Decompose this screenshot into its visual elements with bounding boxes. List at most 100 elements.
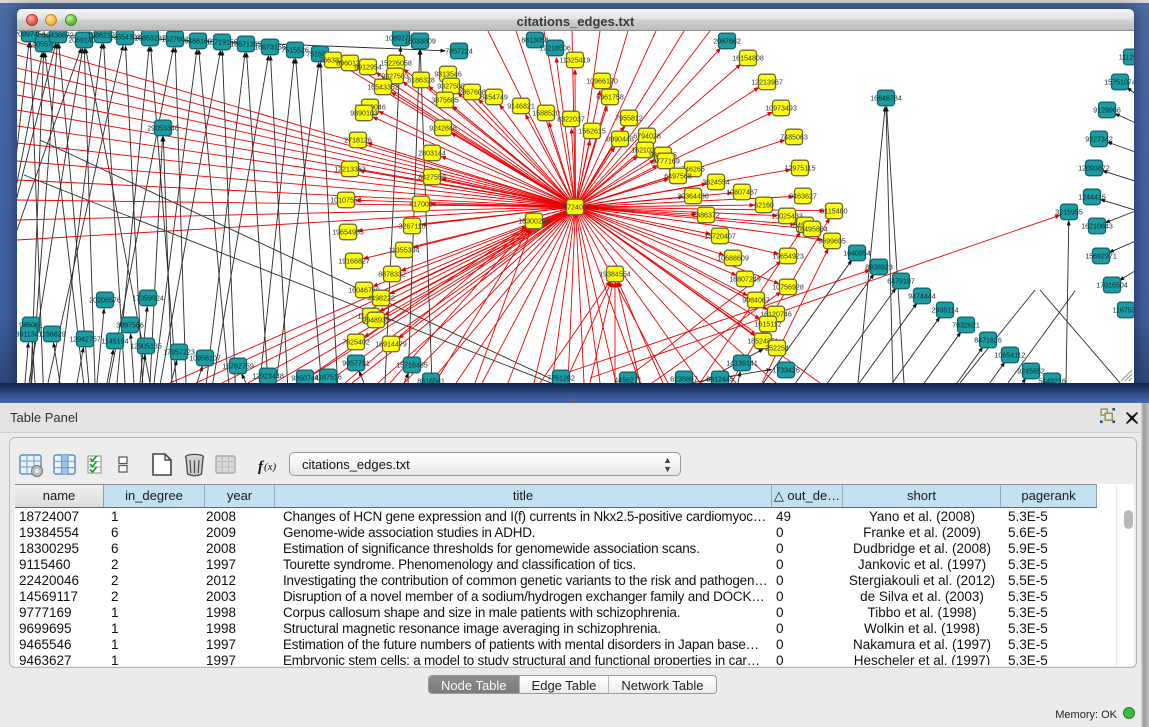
svg-text:12213967: 12213967 bbox=[751, 79, 783, 87]
svg-text:15751074: 15751074 bbox=[1104, 79, 1134, 87]
svg-text:9474444: 9474444 bbox=[908, 293, 936, 301]
svg-text:9777169: 9777169 bbox=[652, 158, 680, 166]
svg-text:9146821: 9146821 bbox=[507, 103, 535, 111]
svg-text:17359924: 17359924 bbox=[132, 295, 164, 303]
svg-text:9129966: 9129966 bbox=[1093, 107, 1121, 115]
svg-text:16033809: 16033809 bbox=[404, 38, 436, 46]
svg-text:4498222: 4498222 bbox=[367, 295, 395, 303]
svg-text:29053346: 29053346 bbox=[147, 125, 179, 133]
svg-text:10756928: 10756928 bbox=[772, 284, 804, 292]
svg-text:(x): (x) bbox=[264, 461, 277, 473]
svg-text:18495864: 18495864 bbox=[796, 226, 828, 234]
svg-text:9699695: 9699695 bbox=[818, 238, 846, 246]
svg-text:14136141: 14136141 bbox=[726, 360, 758, 368]
svg-text:12093872: 12093872 bbox=[1078, 165, 1110, 173]
svg-text:3267110: 3267110 bbox=[398, 223, 425, 231]
svg-text:9245652: 9245652 bbox=[1017, 368, 1045, 376]
svg-text:1562615: 1562615 bbox=[578, 128, 606, 136]
svg-text:3097586: 3097586 bbox=[116, 322, 144, 330]
svg-text:4187516: 4187516 bbox=[314, 374, 342, 382]
svg-text:6794028: 6794028 bbox=[633, 133, 661, 141]
svg-text:16914479: 16914479 bbox=[375, 341, 407, 349]
svg-text:417006: 417006 bbox=[409, 201, 433, 209]
svg-text:1588520: 1588520 bbox=[532, 110, 560, 118]
svg-text:8938923: 8938923 bbox=[865, 264, 893, 272]
svg-text:15692971: 15692971 bbox=[1085, 253, 1117, 261]
svg-text:8186328: 8186328 bbox=[407, 77, 435, 85]
svg-text:2803144: 2803144 bbox=[418, 150, 446, 158]
svg-text:12905135: 12905135 bbox=[130, 343, 162, 351]
svg-text:8454749: 8454749 bbox=[480, 94, 508, 102]
svg-text:1733426: 1733426 bbox=[772, 367, 800, 375]
svg-text:9463627: 9463627 bbox=[789, 193, 817, 201]
svg-text:18807249: 18807249 bbox=[729, 276, 761, 284]
svg-text:8813054: 8813054 bbox=[521, 37, 549, 45]
svg-text:1640954: 1640954 bbox=[843, 250, 871, 258]
svg-text:8912445: 8912445 bbox=[706, 376, 734, 384]
svg-text:3215955: 3215955 bbox=[1055, 209, 1083, 217]
svg-text:9227342: 9227342 bbox=[1085, 136, 1113, 144]
svg-text:9948939: 9948939 bbox=[362, 317, 390, 325]
svg-text:19218506: 19218506 bbox=[539, 45, 571, 53]
svg-text:62160: 62160 bbox=[754, 202, 774, 210]
svg-text:16154808: 16154808 bbox=[732, 55, 764, 63]
svg-text:7857224: 7857224 bbox=[445, 48, 473, 56]
svg-text:2935114: 2935114 bbox=[931, 307, 958, 315]
svg-text:11355394: 11355394 bbox=[388, 247, 419, 255]
svg-text:10973493: 10973493 bbox=[765, 105, 797, 113]
svg-text:1145194: 1145194 bbox=[101, 338, 128, 346]
svg-text:9084067: 9084067 bbox=[742, 297, 770, 305]
svg-text:20206576: 20206576 bbox=[89, 297, 121, 305]
svg-text:1244415: 1244415 bbox=[1078, 194, 1106, 202]
svg-text:9115460: 9115460 bbox=[820, 208, 847, 216]
svg-text:8471626: 8471626 bbox=[974, 337, 1002, 345]
svg-text:19384554: 19384554 bbox=[599, 271, 631, 279]
svg-text:1615112: 1615112 bbox=[754, 321, 781, 329]
svg-text:16543352: 16543352 bbox=[367, 84, 399, 92]
svg-text:7632621: 7632621 bbox=[952, 322, 980, 330]
svg-text:1156829: 1156829 bbox=[38, 331, 65, 339]
svg-text:16648784: 16648784 bbox=[870, 95, 902, 103]
svg-text:7955812: 7955812 bbox=[615, 115, 643, 123]
svg-text:9313546: 9313546 bbox=[434, 71, 462, 79]
svg-text:10807487: 10807487 bbox=[726, 189, 758, 197]
svg-text:3875685: 3875685 bbox=[431, 97, 459, 105]
svg-text:2087682: 2087682 bbox=[713, 38, 741, 46]
svg-text:7751262: 7751262 bbox=[547, 375, 575, 383]
svg-text:8878332: 8878332 bbox=[378, 271, 406, 279]
svg-text:16782759: 16782759 bbox=[222, 363, 254, 371]
svg-text:15226058: 15226058 bbox=[380, 60, 412, 68]
svg-text:19654923: 19654923 bbox=[772, 253, 804, 261]
svg-text:7625402: 7625402 bbox=[342, 339, 370, 347]
svg-text:7386372: 7386372 bbox=[692, 212, 720, 220]
svg-text:10958107: 10958107 bbox=[189, 355, 221, 363]
svg-text:9657791: 9657791 bbox=[342, 360, 370, 368]
svg-text:15720407: 15720407 bbox=[704, 233, 736, 241]
svg-text:18300295: 18300295 bbox=[518, 218, 550, 226]
svg-text:6479197: 6479197 bbox=[887, 278, 915, 286]
svg-text:19654985: 19654985 bbox=[332, 229, 364, 237]
svg-text:1167533: 1167533 bbox=[1112, 307, 1134, 315]
svg-text:17016504: 17016504 bbox=[1096, 282, 1128, 290]
svg-text:252254: 252254 bbox=[765, 345, 789, 353]
svg-text:2718126: 2718126 bbox=[344, 137, 372, 145]
svg-text:16210643: 16210643 bbox=[1081, 223, 1113, 231]
svg-text:10966170: 10966170 bbox=[586, 78, 618, 86]
svg-text:6235897: 6235897 bbox=[670, 376, 698, 384]
svg-text:18724007: 18724007 bbox=[559, 204, 591, 212]
svg-text:6497568: 6497568 bbox=[664, 173, 692, 181]
svg-text:10654112: 10654112 bbox=[994, 352, 1025, 360]
svg-text:10107553: 10107553 bbox=[330, 197, 362, 205]
svg-text:8322037: 8322037 bbox=[557, 116, 585, 124]
svg-text:12213363: 12213363 bbox=[334, 166, 366, 174]
svg-text:12923448: 12923448 bbox=[252, 373, 284, 381]
svg-text:10688609: 10688609 bbox=[717, 255, 749, 263]
svg-text:9890103: 9890103 bbox=[350, 110, 378, 118]
svg-text:3624554: 3624554 bbox=[702, 179, 730, 187]
svg-text:1112647: 1112647 bbox=[1119, 54, 1134, 62]
svg-text:20364436: 20364436 bbox=[677, 193, 709, 201]
svg-text:9242848: 9242848 bbox=[429, 125, 457, 133]
svg-text:8427552: 8427552 bbox=[418, 174, 446, 182]
svg-text:6961758: 6961758 bbox=[596, 94, 624, 102]
svg-text:11325419: 11325419 bbox=[559, 57, 590, 65]
